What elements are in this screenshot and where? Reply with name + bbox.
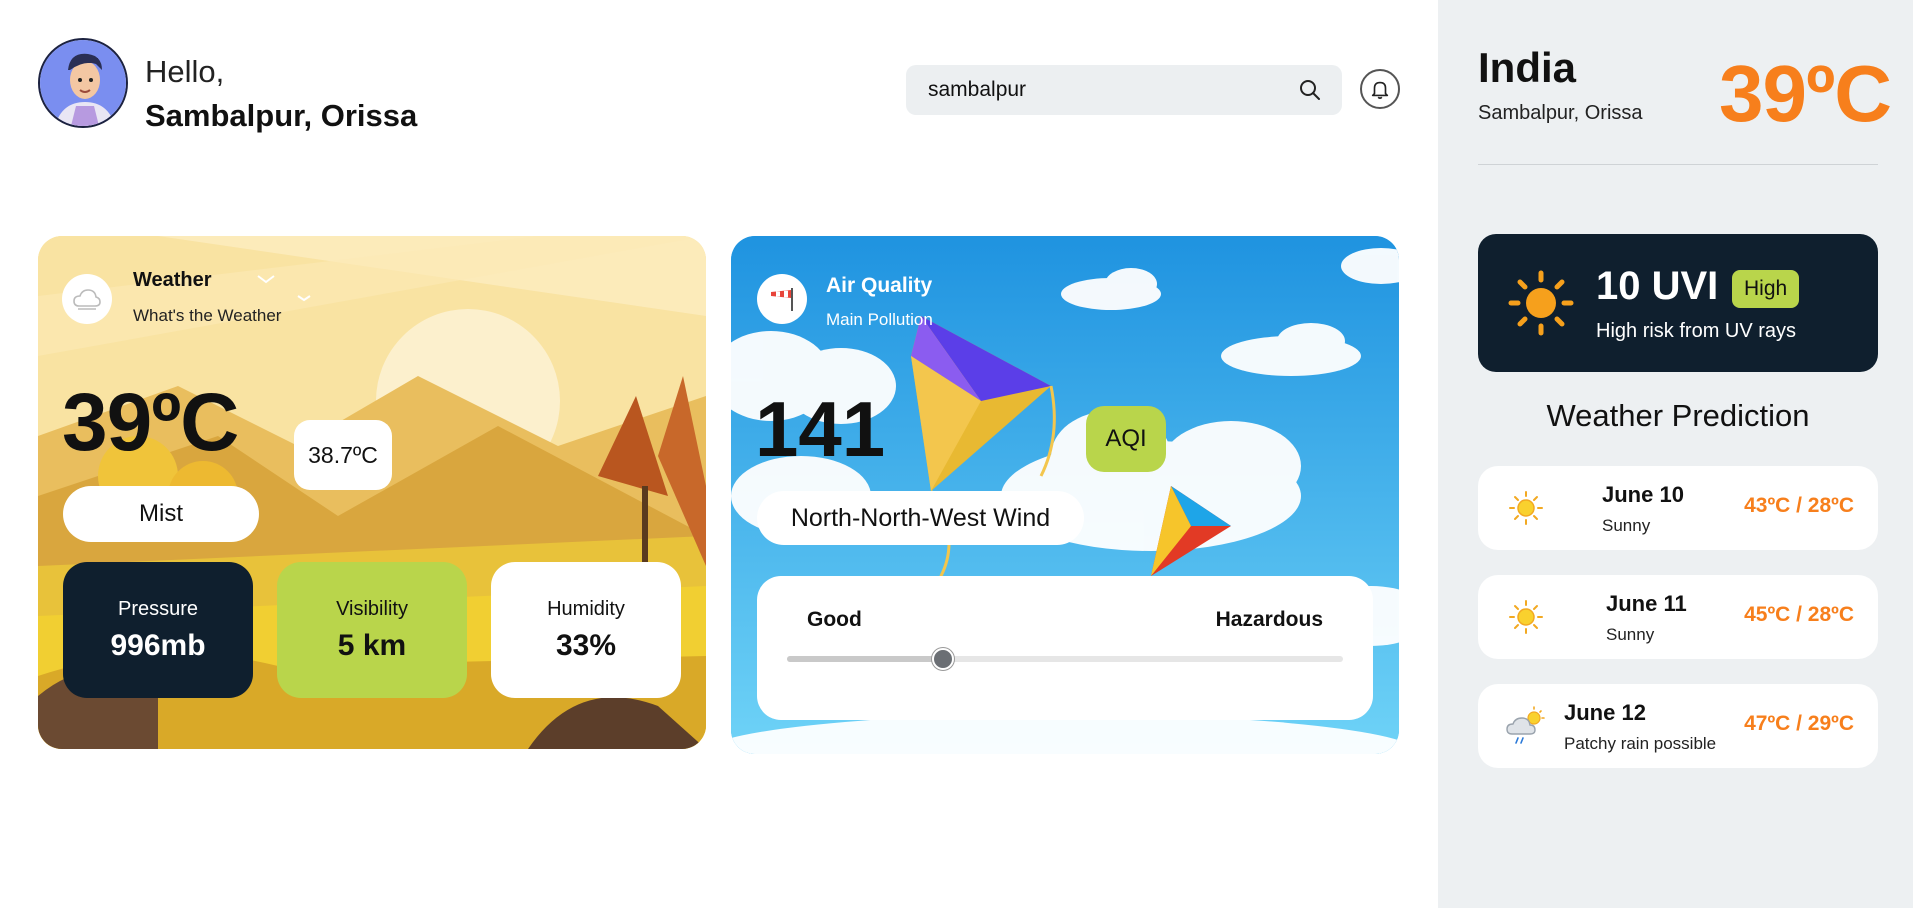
country-name: India [1478, 44, 1577, 91]
humidity-value: 33% [555, 628, 617, 662]
air-quality-subtitle: Main Pollution [826, 310, 933, 329]
weather-card-subtitle: What's the Weather [133, 306, 282, 325]
cloud-icon [62, 274, 112, 324]
windsock-icon [757, 274, 807, 324]
wind-direction-label: North-North-West Wind [757, 491, 1084, 545]
avatar[interactable] [38, 38, 128, 128]
air-quality-card: Air Quality Main Pollution 141 AQI North… [731, 236, 1399, 754]
prediction-card[interactable]: June 10 Sunny 43ºC / 28ºC [1478, 466, 1878, 550]
prediction-heading: Weather Prediction [1546, 398, 1810, 433]
current-temperature: 39ºC [62, 377, 239, 468]
aqi-value: 141 [755, 385, 886, 473]
visibility-stat: Visibility 5 km [277, 562, 467, 698]
condition-label: Mist [63, 486, 259, 542]
prediction-temperature: 45ºC / 28ºC [1744, 603, 1854, 626]
search-bar[interactable] [906, 65, 1342, 115]
aqi-slider-track[interactable] [787, 648, 1343, 670]
sun-icon [1509, 491, 1543, 525]
prediction-condition: Patchy rain possible [1564, 734, 1717, 753]
prediction-condition: Sunny [1602, 516, 1651, 535]
uv-level-badge: High [1732, 270, 1800, 308]
greeting-text: Hello, [145, 54, 225, 89]
aqi-scale-panel: Good Hazardous [757, 576, 1373, 720]
pressure-stat: Pressure 996mb [63, 562, 253, 698]
visibility-value: 5 km [337, 628, 407, 662]
scale-low-label: Good [807, 608, 862, 631]
weather-card: Weather What's the Weather 39ºC 38.7ºC M… [38, 236, 706, 749]
prediction-card[interactable]: June 11 Sunny 45ºC / 28ºC [1478, 575, 1878, 659]
aqi-slider-thumb[interactable] [931, 648, 954, 670]
rain-cloud-icon [1506, 706, 1545, 744]
main-content: Hello, Sambalpur, Orissa sambalpur Weath… [0, 0, 1438, 908]
sun-icon [1508, 270, 1574, 336]
aqi-badge: AQI [1086, 406, 1166, 472]
divider [1478, 164, 1878, 165]
prediction-temperature: 43ºC / 28ºC [1744, 494, 1854, 517]
prediction-card[interactable]: June 12 Patchy rain possible 47ºC / 29ºC [1478, 684, 1878, 768]
location-heading: Sambalpur, Orissa [145, 98, 418, 133]
feels-like-temperature: 38.7ºC [294, 420, 392, 490]
humidity-stat: Humidity 33% [491, 562, 681, 698]
pressure-label: Pressure [117, 597, 199, 620]
sidebar-temperature: 39ºC [1719, 49, 1892, 138]
prediction-date: June 12 [1564, 700, 1646, 725]
sun-icon [1509, 600, 1543, 634]
uv-index-card: 10 UVI High High risk from UV rays [1478, 234, 1878, 372]
air-quality-title: Air Quality [826, 274, 933, 297]
search-input[interactable] [928, 65, 1288, 115]
visibility-label: Visibility [336, 597, 408, 620]
region-name: Sambalpur, Orissa [1478, 102, 1643, 124]
prediction-date: June 10 [1602, 482, 1684, 507]
scale-high-label: Hazardous [1215, 608, 1323, 631]
uv-description: High risk from UV rays [1596, 320, 1797, 342]
search-icon[interactable] [1298, 78, 1322, 102]
prediction-condition: Sunny [1606, 625, 1655, 644]
prediction-date: June 11 [1606, 591, 1687, 616]
notification-bell-icon[interactable] [1360, 69, 1400, 109]
aqi-slider-fill [787, 656, 943, 662]
pressure-value: 996mb [110, 628, 206, 662]
prediction-temperature: 47ºC / 29ºC [1744, 712, 1854, 735]
humidity-label: Humidity [547, 597, 625, 620]
uv-value: 10 UVI [1596, 264, 1719, 308]
weather-card-title: Weather [133, 269, 212, 291]
sidebar: India Sambalpur, Orissa 39ºC 10 UVI High… [1438, 0, 1913, 908]
